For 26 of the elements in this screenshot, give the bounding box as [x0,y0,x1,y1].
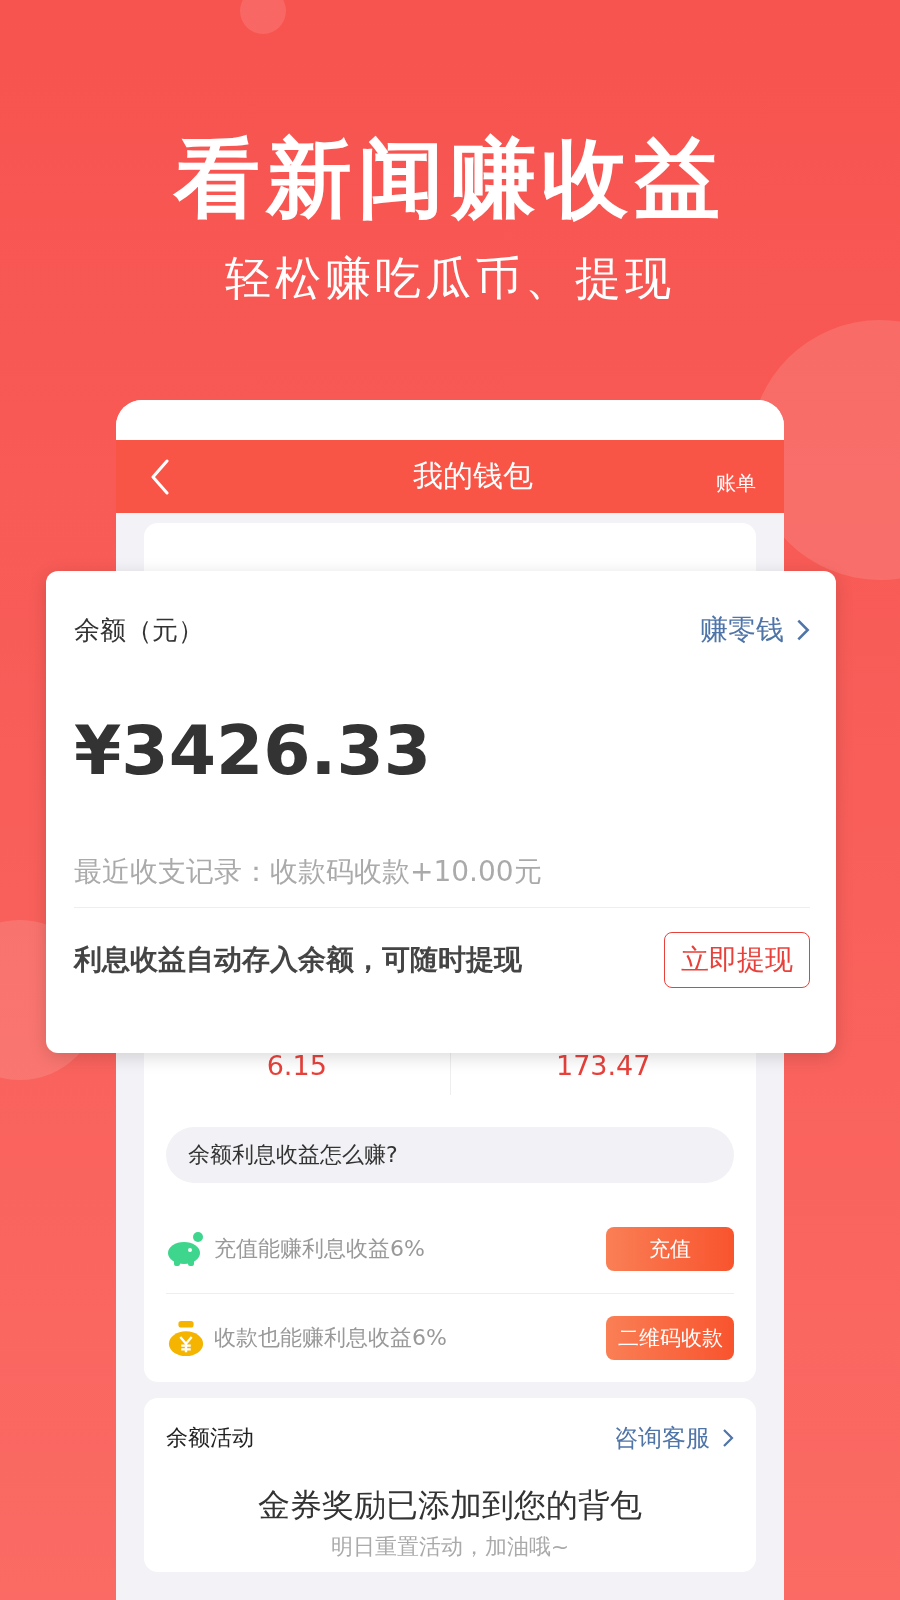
screen-title: 我的钱包 [413,457,533,495]
balance-amount: ¥3426.33 [74,711,433,791]
customer-service-link[interactable]: 咨询客服 [614,1422,734,1454]
chevron-icon [796,618,810,642]
offer-text: 充值能赚利息收益6% [214,1235,426,1263]
balance-label: 余额（元） [74,613,204,647]
money-bag-icon [166,1319,206,1357]
earn-link[interactable]: 赚零钱 [700,611,810,649]
withdraw-button[interactable]: 立即提现 [664,932,810,988]
offer-text: 收款也能赚利息收益6% [214,1324,448,1352]
interest-note: 利息收益自动存入余额，可随时提现 [74,942,522,978]
earnings-value: 173.47 [556,1049,651,1081]
activity-subtext: 明日重置活动，加油哦~ [329,1533,571,1561]
headline: 看新闻赚收益 [174,128,726,228]
subheadline: 轻松赚吃瓜币、提现 [225,250,675,307]
chevron-icon [722,1428,734,1448]
question-banner[interactable]: 余额利息收益怎么赚? [166,1127,734,1183]
bill-link[interactable]: 账单 [716,470,756,497]
recent-record: 最近收支记录：收款码收款+10.00元 [74,853,810,908]
earnings-value: 6.15 [266,1049,327,1081]
offer-button[interactable]: 二维码收款 [606,1316,734,1360]
back-icon[interactable] [150,458,170,495]
piggy-bank-icon [166,1230,206,1268]
offer-button[interactable]: 充值 [606,1227,734,1271]
activity-title: 余额活动 [166,1424,254,1452]
activity-message: 金券奖励已添加到您的背包 [257,1485,643,1526]
